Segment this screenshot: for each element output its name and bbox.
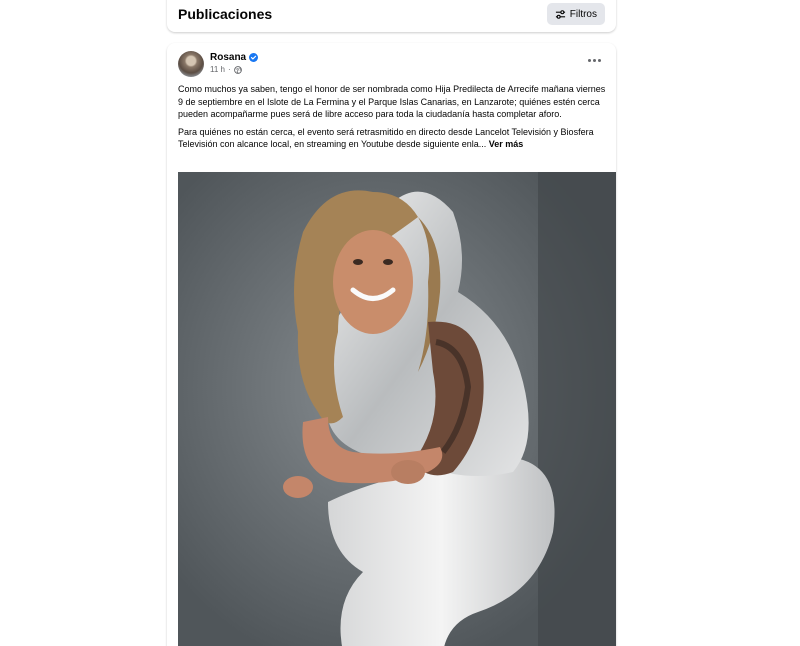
post-author: Rosana [210,52,259,63]
avatar[interactable] [178,51,204,77]
filters-button[interactable]: Filtros [546,3,605,25]
post-paragraph-2-text: Para quiénes no están cerca, el evento s… [178,126,594,150]
photo-illustration [178,172,616,646]
filters-label: Filtros [569,8,597,20]
post-paragraph-1: Como muchos ya saben, tengo el honor de … [178,84,606,120]
verified-badge-icon [249,53,259,62]
more-horizontal-icon [587,58,591,62]
post-photo[interactable] [178,172,616,646]
see-more-link[interactable]: Ver más [489,139,524,149]
more-dot [597,58,601,62]
post-timestamp[interactable]: 11 h [210,65,225,74]
page: Publicaciones Filtros Rosana 11 h · Como… [0,0,800,646]
post-text: Como muchos ya saben, tengo el honor de … [178,83,606,156]
more-options-button[interactable] [586,55,602,65]
post-paragraph-2: Para quiénes no están cerca, el evento s… [178,126,606,151]
more-dot [592,58,596,62]
posts-header: Publicaciones Filtros [167,0,616,32]
section-title: Publicaciones [178,6,273,22]
sliders-icon [555,9,565,19]
post-card: Rosana 11 h · Como muchos ya saben, teng… [167,43,616,646]
author-name[interactable]: Rosana [210,52,246,63]
meta-separator: · [227,65,231,74]
globe-icon[interactable] [233,65,242,74]
post-meta: 11 h · [210,65,242,74]
